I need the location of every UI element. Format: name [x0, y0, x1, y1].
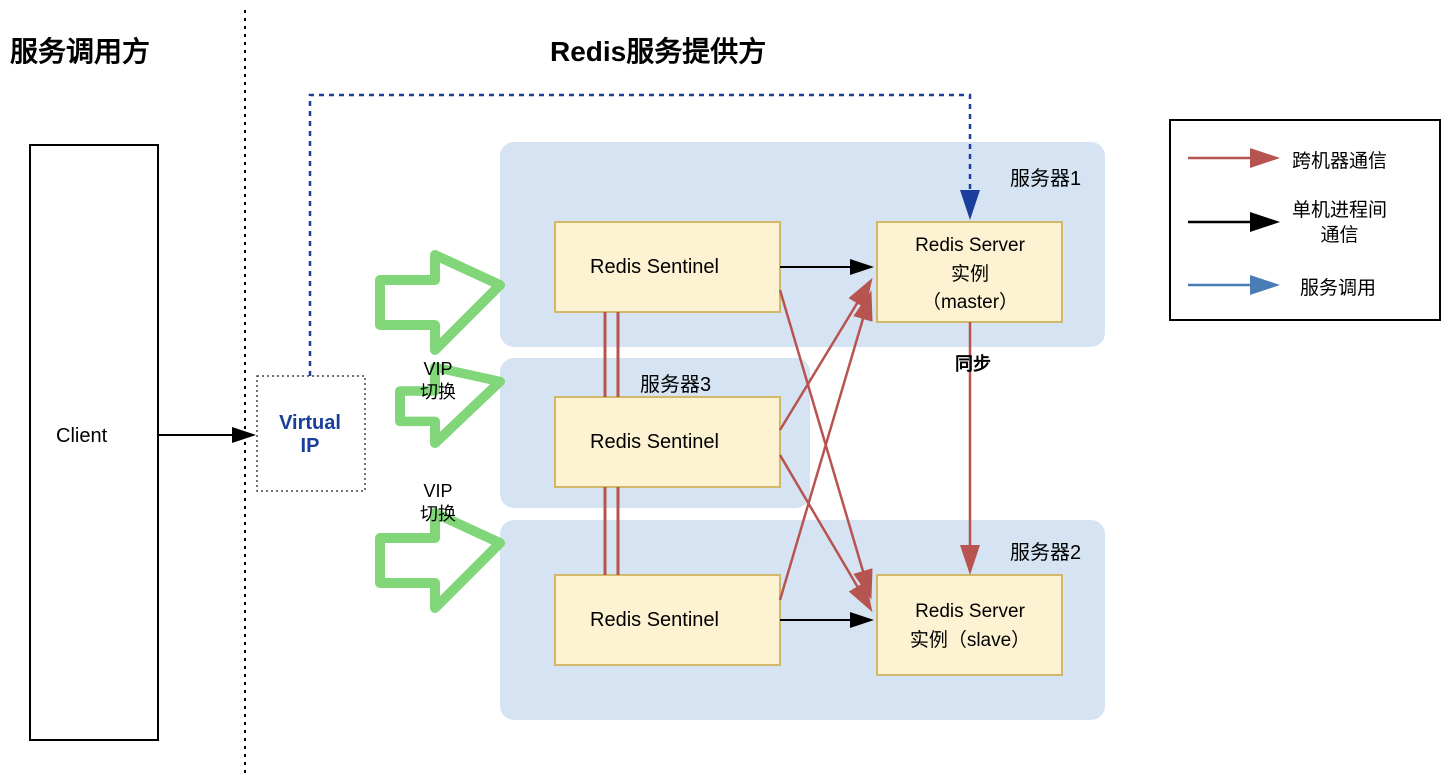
- virtual-ip-label: Virtual IP: [275, 412, 345, 458]
- server3-label: 服务器3: [640, 368, 711, 397]
- sentinel1-label: Redis Sentinel: [590, 256, 719, 279]
- master-label: Redis Server 实例 （master）: [880, 232, 1060, 318]
- legend-single-machine: 单机进程间 通信: [1292, 199, 1387, 248]
- vip-switch-arrow-1: [380, 255, 500, 350]
- vip-switch-label-1: VIP 切换: [420, 358, 456, 405]
- diagram-canvas: [0, 0, 1454, 784]
- sentinel2-label: Redis Sentinel: [590, 431, 719, 454]
- client-label: Client: [56, 425, 107, 448]
- server2-label: 服务器2: [1010, 536, 1081, 565]
- legend-cross-machine: 跨机器通信: [1292, 146, 1387, 173]
- server1-label: 服务器1: [1010, 162, 1081, 191]
- vip-switch-arrow-3: [380, 513, 500, 608]
- legend-service-call: 服务调用: [1300, 273, 1376, 300]
- server-side-title: Redis服务提供方: [550, 30, 766, 70]
- slave-label: Redis Server 实例（slave）: [880, 598, 1060, 655]
- sync-label: 同步: [955, 350, 991, 376]
- sentinel3-label: Redis Sentinel: [590, 609, 719, 632]
- vip-switch-label-2: VIP 切换: [420, 480, 456, 527]
- client-side-title: 服务调用方: [10, 30, 150, 70]
